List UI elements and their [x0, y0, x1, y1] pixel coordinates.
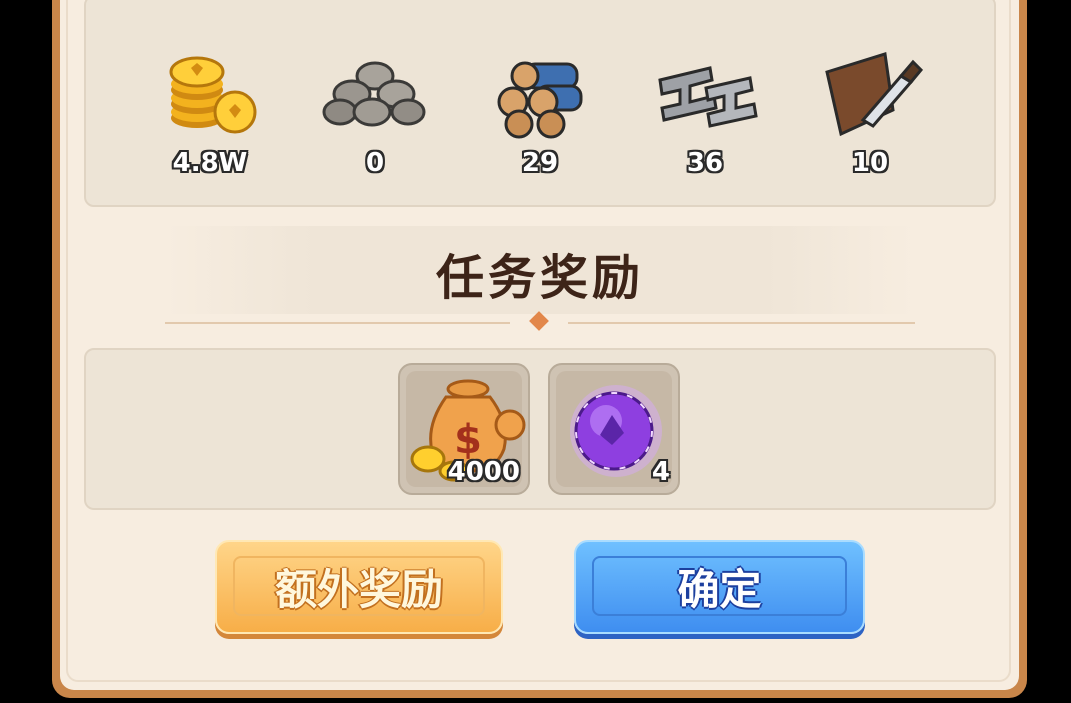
reward-count: 4: [651, 457, 670, 487]
resource-value: 36: [686, 148, 724, 178]
resource-leather: 10: [810, 50, 930, 178]
resource-value: 29: [521, 148, 559, 178]
reward-section-title: 任务奖励: [435, 250, 644, 306]
wood-logs-icon: [485, 50, 595, 140]
confirm-button[interactable]: 确定: [574, 540, 865, 634]
stone-pile-icon: [320, 50, 430, 140]
reward-count: 4000: [447, 457, 520, 487]
resource-value: 10: [851, 148, 889, 178]
resource-stone: 0: [315, 50, 435, 178]
resource-value: 4.8W: [172, 148, 248, 178]
extra-reward-button[interactable]: 额外奖励: [215, 540, 503, 634]
divider-right: [568, 322, 915, 324]
resource-value: 0: [365, 148, 385, 178]
reward-item-money-bag[interactable]: $ 4000: [398, 363, 530, 495]
reward-panel: [84, 348, 996, 510]
resource-wood: 29: [480, 50, 600, 178]
reward-item-purple-orb[interactable]: 4: [548, 363, 680, 495]
divider-left: [165, 322, 510, 324]
resource-gold: 4.8W: [150, 50, 270, 178]
extra-reward-label: 额外奖励: [233, 556, 485, 616]
iron-ingot-icon: [650, 50, 760, 140]
confirm-label: 确定: [592, 556, 847, 616]
leather-hide-icon: [815, 50, 925, 140]
resource-iron: 36: [645, 50, 765, 178]
gold-coins-icon: [155, 50, 265, 140]
